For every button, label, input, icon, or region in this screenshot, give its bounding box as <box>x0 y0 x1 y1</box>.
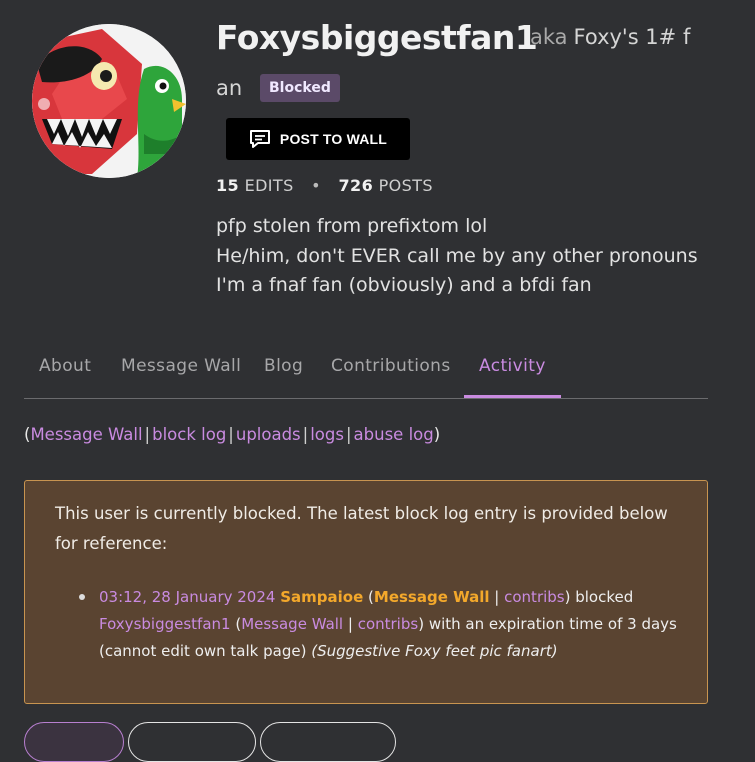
link-uploads[interactable]: uploads <box>236 425 301 444</box>
bio-line: I'm a fnaf fan (obviously) and a bfdi fa… <box>216 274 592 296</box>
edits-count: 15 <box>216 176 240 195</box>
block-notice-text: This user is currently blocked. The late… <box>55 504 668 553</box>
entry-restriction: (cannot edit own talk page) <box>99 642 307 660</box>
entry-timestamp-link[interactable]: 03:12, 28 January 2024 <box>99 588 275 606</box>
posts-count: 726 <box>338 176 374 195</box>
user-stats: 15 EDITS • 726 POSTS <box>216 176 433 195</box>
link-abuse-log[interactable]: abuse log <box>354 425 434 444</box>
bio-line: pfp stolen from prefixtom lol <box>216 215 488 237</box>
entry-reason: (Suggestive Foxy feet pic fanart) <box>311 642 558 660</box>
user-links: (Message Wall | block log | uploads | logs | abu… <box>24 425 441 444</box>
edits-label: EDITS <box>244 176 294 195</box>
block-log-entry: 03:12, 28 January 2024 Sampaioe (Message… <box>99 588 677 660</box>
posts-label: POSTS <box>378 176 433 195</box>
tab-blog[interactable]: Blog <box>264 352 303 396</box>
filter-pill[interactable] <box>260 722 396 762</box>
post-to-wall-button[interactable]: POST TO WALL <box>226 118 410 160</box>
tab-about[interactable]: About <box>39 352 91 396</box>
blocker-contribs-link[interactable]: contribs <box>504 588 564 606</box>
tab-contributions[interactable]: Contributions <box>331 352 451 396</box>
entry-expiry: with an expiration time of 3 days <box>428 615 677 633</box>
aka-label: aka <box>530 25 568 49</box>
blocker-link[interactable]: Sampaioe <box>280 588 363 606</box>
bio-line: He/him, don't EVER call me by any other … <box>216 244 698 267</box>
target-wall-link[interactable]: Message Wall <box>241 615 343 633</box>
bio: pfp stolen from prefixtom lol He/him, do… <box>216 212 698 301</box>
blocker-wall-link[interactable]: Message Wall <box>374 588 490 606</box>
tab-message-wall[interactable]: Message Wall <box>121 352 241 396</box>
target-contribs-link[interactable]: contribs <box>358 615 418 633</box>
entry-action: blocked <box>575 588 634 606</box>
speech-bubble-icon <box>249 129 271 149</box>
stats-separator: • <box>311 176 321 195</box>
post-to-wall-label: POST TO WALL <box>279 131 388 147</box>
target-user-link[interactable]: Foxysbiggestfan1 <box>99 615 231 633</box>
avatar-image <box>32 24 186 178</box>
profile-tabs: About Message Wall Blog Contributions Ac… <box>24 352 708 399</box>
list-bullet <box>79 594 85 600</box>
link-logs[interactable]: logs <box>310 425 344 444</box>
tab-activity[interactable]: Activity <box>464 352 561 398</box>
link-block-log[interactable]: block log <box>152 425 226 444</box>
status-badge: Blocked <box>260 74 340 102</box>
nickname-part2: an <box>216 76 243 100</box>
link-message-wall[interactable]: Message Wall <box>30 425 142 444</box>
block-notice: This user is currently blocked. The late… <box>24 480 708 704</box>
filter-pill[interactable] <box>24 722 124 762</box>
avatar[interactable] <box>32 24 186 178</box>
nickname-part1: Foxy's 1# f <box>573 25 691 49</box>
nickname: aka Foxy's 1# f <box>530 25 690 49</box>
filter-pill[interactable] <box>128 722 256 762</box>
username: Foxysbiggestfan1 <box>216 18 538 57</box>
